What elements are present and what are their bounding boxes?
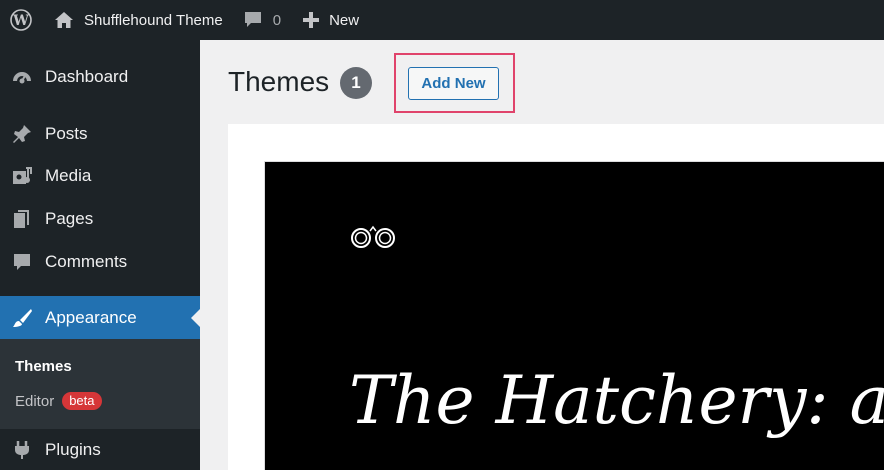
menu-item-label: Appearance [45, 308, 137, 327]
menu-item-label: Dashboard [45, 67, 129, 86]
media-icon [11, 165, 33, 187]
theme-count-badge: 1 [340, 67, 372, 99]
wordpress-logo-icon[interactable]: W [0, 0, 42, 40]
dashboard-icon [11, 66, 33, 88]
beta-badge: beta [62, 392, 102, 410]
pushpin-icon [11, 123, 33, 145]
new-content-link[interactable]: New [303, 0, 359, 40]
comments-link[interactable]: 0 [243, 0, 281, 40]
submenu-item-editor[interactable]: Editor beta [15, 392, 102, 410]
menu-item-label: Posts [45, 124, 88, 143]
menu-item-pages[interactable]: Pages [0, 199, 200, 239]
owl-eyes-logo-icon [349, 225, 397, 256]
svg-text:W: W [12, 13, 29, 29]
comment-bubble-icon [244, 12, 261, 27]
home-icon [55, 12, 73, 28]
menu-item-appearance[interactable]: Appearance [0, 296, 200, 340]
site-name: Shufflehound Theme [84, 11, 223, 29]
theme-screenshot[interactable]: The Hatchery: a [264, 161, 884, 470]
add-new-theme-button[interactable]: Add New [408, 67, 499, 100]
submenu-item-label: Editor [15, 392, 55, 410]
menu-item-plugins[interactable]: Plugins [0, 430, 200, 470]
menu-item-comments[interactable]: Comments [0, 242, 200, 282]
comments-count: 0 [272, 11, 282, 29]
menu-item-label: Comments [45, 252, 128, 271]
menu-item-label: Plugins [45, 440, 101, 459]
admin-sidebar: Dashboard Posts Media Pages Comments App… [0, 40, 200, 470]
appearance-submenu: Themes Editor beta [0, 339, 200, 429]
paintbrush-icon [11, 307, 33, 329]
menu-item-label: Pages [45, 209, 94, 228]
comment-icon [11, 251, 33, 273]
page-title: Themes [228, 66, 330, 97]
admin-bar: W Shufflehound Theme 0 New [0, 0, 884, 40]
new-label: New [329, 11, 360, 29]
plugin-icon [11, 439, 33, 461]
menu-item-label: Media [45, 166, 92, 185]
theme-preview-heading: The Hatchery: a [349, 362, 884, 439]
plus-icon [303, 12, 320, 28]
menu-item-media[interactable]: Media [0, 156, 200, 196]
submenu-item-themes[interactable]: Themes [15, 358, 72, 375]
site-name-link[interactable]: Shufflehound Theme [42, 0, 223, 40]
submenu-item-label: Themes [15, 358, 72, 375]
pages-icon [11, 208, 33, 230]
menu-item-dashboard[interactable]: Dashboard [0, 57, 200, 97]
menu-item-posts[interactable]: Posts [0, 114, 200, 154]
